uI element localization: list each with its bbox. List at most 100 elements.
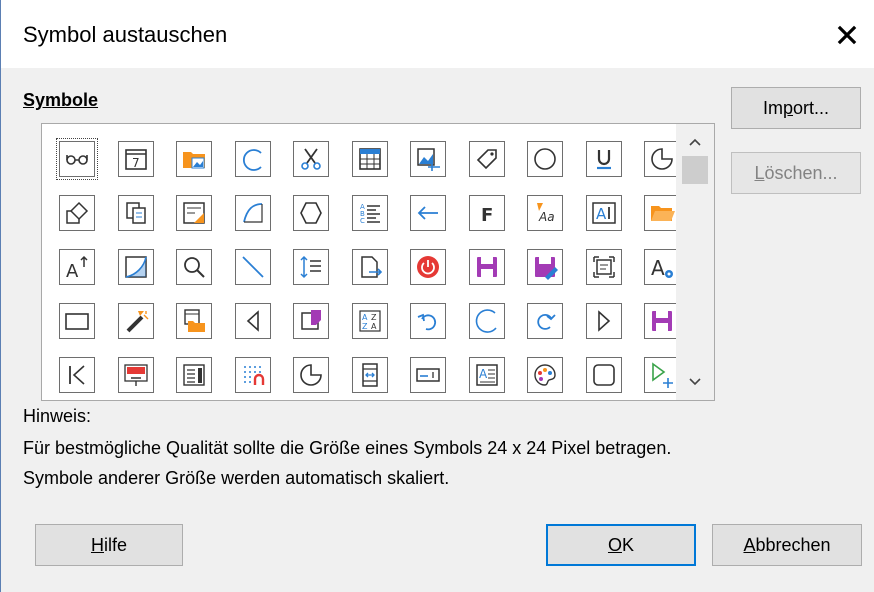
symbol-cell[interactable]: A bbox=[48, 238, 106, 296]
cancel-label-key: A bbox=[743, 534, 756, 555]
symbol-cell[interactable] bbox=[224, 130, 282, 188]
symbol-cell[interactable] bbox=[341, 130, 399, 188]
page-curl-icon bbox=[293, 303, 329, 339]
symbol-cell[interactable] bbox=[224, 184, 282, 242]
redo-icon bbox=[527, 303, 563, 339]
underline-icon bbox=[585, 141, 622, 177]
scroll-down-button[interactable] bbox=[676, 368, 714, 396]
symbol-cell[interactable] bbox=[282, 292, 340, 350]
symbol-cell[interactable] bbox=[341, 346, 399, 400]
symbol-cell[interactable] bbox=[165, 130, 223, 188]
gradient-icon bbox=[117, 249, 154, 285]
sort-az-icon: AZZA bbox=[351, 303, 388, 339]
import-label-pre: Im bbox=[762, 97, 783, 118]
bold-icon: F bbox=[468, 195, 505, 231]
symbol-cell[interactable] bbox=[282, 346, 340, 400]
symbol-cell[interactable]: 7 bbox=[107, 130, 165, 188]
arrow-left-icon bbox=[410, 195, 446, 231]
symbol-cell[interactable] bbox=[516, 346, 574, 400]
symbol-cell[interactable] bbox=[399, 130, 457, 188]
symbol-cell[interactable] bbox=[399, 292, 457, 350]
symbol-cell[interactable] bbox=[575, 292, 633, 350]
symbol-cell[interactable] bbox=[458, 238, 516, 296]
save-alt-icon bbox=[644, 303, 680, 339]
cancel-label-post: bbrechen bbox=[755, 534, 831, 555]
delete-button[interactable]: Löschen... bbox=[731, 152, 861, 194]
line-icon bbox=[234, 249, 271, 285]
symbol-cell[interactable] bbox=[48, 130, 106, 188]
symbol-cell[interactable] bbox=[341, 238, 399, 296]
symbol-cell[interactable] bbox=[516, 292, 574, 350]
import-button[interactable]: Im p ort... bbox=[731, 87, 861, 129]
scroll-up-button[interactable] bbox=[676, 128, 714, 156]
symbol-cell[interactable] bbox=[458, 130, 516, 188]
symbol-grid[interactable]: 7 A B C F Aa A A A A Z Z A A bbox=[41, 123, 715, 401]
arc-open-icon bbox=[468, 303, 505, 339]
symbol-cell[interactable] bbox=[282, 184, 340, 242]
ok-button[interactable]: OK bbox=[546, 524, 696, 566]
triangle-left-icon bbox=[234, 303, 271, 339]
calendar-folder-icon bbox=[176, 303, 212, 339]
symbol-cell[interactable] bbox=[165, 346, 223, 400]
symbol-cell[interactable] bbox=[48, 292, 106, 350]
copy-icon bbox=[117, 195, 154, 231]
symbol-cell[interactable] bbox=[399, 184, 457, 242]
svg-text:C: C bbox=[360, 217, 365, 225]
text-frame-icon: A bbox=[585, 195, 622, 231]
scissors-icon bbox=[293, 141, 329, 177]
help-label-post: ilfe bbox=[103, 534, 127, 555]
symbol-cell[interactable] bbox=[575, 238, 633, 296]
hint-line-1: Für bestmögliche Qualität sollte die Grö… bbox=[23, 438, 672, 458]
symbol-cell[interactable] bbox=[399, 346, 457, 400]
svg-text:A: A bbox=[362, 313, 368, 322]
symbol-cell[interactable] bbox=[224, 346, 282, 400]
symbol-cell[interactable] bbox=[107, 184, 165, 242]
cancel-button[interactable]: Abbrechen bbox=[712, 524, 862, 566]
symbol-cell[interactable] bbox=[399, 238, 457, 296]
symbol-cell[interactable] bbox=[282, 238, 340, 296]
help-button[interactable]: Hilfe bbox=[35, 524, 183, 566]
svg-text:A: A bbox=[66, 261, 79, 281]
ok-label-post: K bbox=[622, 534, 635, 555]
form-list-icon bbox=[176, 357, 212, 393]
vertical-scrollbar[interactable] bbox=[676, 124, 714, 400]
symbol-cell[interactable]: F bbox=[458, 184, 516, 242]
svg-text:A: A bbox=[479, 367, 488, 381]
pie-outline-icon bbox=[293, 357, 329, 393]
symbol-cell[interactable] bbox=[165, 184, 223, 242]
symbol-cell[interactable] bbox=[48, 346, 106, 400]
symbol-cell[interactable] bbox=[224, 292, 282, 350]
symbol-cell[interactable] bbox=[575, 130, 633, 188]
symbol-cell[interactable] bbox=[48, 184, 106, 242]
svg-text:F: F bbox=[481, 205, 493, 226]
symbol-cell[interactable]: Aa bbox=[516, 184, 574, 242]
symbol-cell[interactable]: ABC bbox=[341, 184, 399, 242]
symbol-cell[interactable]: A bbox=[575, 184, 633, 242]
line-spacing-icon bbox=[293, 249, 329, 285]
symbol-cell[interactable] bbox=[107, 238, 165, 296]
chevron-up-icon bbox=[689, 138, 701, 146]
symbol-cell[interactable] bbox=[107, 346, 165, 400]
symbol-cell[interactable]: A bbox=[458, 346, 516, 400]
presentation-icon bbox=[117, 357, 154, 393]
symbol-cell[interactable] bbox=[107, 292, 165, 350]
symbol-cell[interactable] bbox=[282, 130, 340, 188]
close-button[interactable] bbox=[819, 10, 874, 60]
svg-text:Aa: Aa bbox=[538, 210, 555, 224]
export-page-icon bbox=[351, 249, 388, 285]
magic-wand-icon bbox=[117, 303, 154, 339]
first-record-icon bbox=[59, 357, 95, 393]
symbol-cell[interactable] bbox=[575, 346, 633, 400]
svg-text:Z: Z bbox=[362, 322, 368, 331]
title-bar: Symbol austauschen bbox=[1, 0, 874, 68]
symbol-cell[interactable]: AZZA bbox=[341, 292, 399, 350]
symbol-cell[interactable] bbox=[165, 292, 223, 350]
symbol-cell[interactable] bbox=[165, 238, 223, 296]
symbol-cell[interactable] bbox=[458, 292, 516, 350]
symbol-cell[interactable] bbox=[224, 238, 282, 296]
symbol-cell[interactable] bbox=[516, 238, 574, 296]
symbol-cell[interactable] bbox=[516, 130, 574, 188]
scroll-thumb[interactable] bbox=[682, 156, 708, 184]
svg-text:A: A bbox=[651, 256, 665, 280]
close-x-icon bbox=[837, 25, 857, 45]
